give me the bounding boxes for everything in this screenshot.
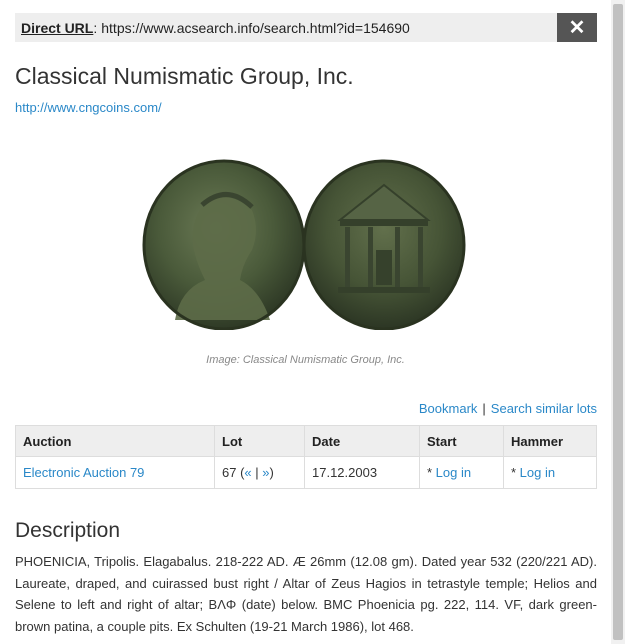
coin-reverse xyxy=(302,159,466,331)
direct-url-value[interactable]: https://www.acsearch.info/search.html?id… xyxy=(101,20,410,36)
image-caption: Image: Classical Numismatic Group, Inc. xyxy=(206,354,405,366)
search-similar-lots-link[interactable]: Search similar lots xyxy=(491,401,597,416)
direct-url-colon: : xyxy=(93,19,98,36)
description-title: Description xyxy=(15,519,121,542)
cell-hammer: * Log in xyxy=(503,456,597,489)
cell-date: 17.12.2003 xyxy=(304,456,420,489)
actions-separator: | xyxy=(482,401,486,416)
previous-lot-link[interactable]: « xyxy=(244,465,251,480)
coin-image[interactable] xyxy=(140,155,470,331)
close-icon: ✕ xyxy=(568,17,586,39)
scrollbar-thumb[interactable] xyxy=(613,4,623,640)
start-login-link[interactable]: Log in xyxy=(436,465,471,480)
cell-auction: Electronic Auction 79 xyxy=(15,456,215,489)
table-row: Electronic Auction 79 67 (« | ») 17.12.2… xyxy=(15,456,597,489)
auction-link[interactable]: Electronic Auction 79 xyxy=(23,465,144,480)
cell-lot: 67 (« | ») xyxy=(214,456,305,489)
header-start: Start xyxy=(419,425,504,457)
header-auction: Auction xyxy=(15,425,215,457)
hammer-prefix: * xyxy=(511,465,520,480)
page-scrollbar[interactable] xyxy=(611,0,625,644)
coin-obverse xyxy=(142,159,306,331)
company-title: Classical Numismatic Group, Inc. xyxy=(15,63,354,89)
lot-nav-separator: | xyxy=(251,465,263,480)
company-website-link[interactable]: http://www.cngcoins.com/ xyxy=(15,100,162,115)
bookmark-link[interactable]: Bookmark xyxy=(419,401,478,416)
direct-url-label: Direct URL xyxy=(21,19,94,36)
cell-start: * Log in xyxy=(419,456,504,489)
lot-close-paren: ) xyxy=(269,465,274,480)
table-header-row: Auction Lot Date Start Hammer xyxy=(15,425,597,457)
header-lot: Lot xyxy=(214,425,305,457)
start-prefix: * xyxy=(427,465,436,480)
auction-table: Auction Lot Date Start Hammer Electronic… xyxy=(15,425,597,489)
description-text: PHOENICIA, Tripolis. Elagabalus. 218-222… xyxy=(15,554,597,634)
close-button[interactable]: ✕ xyxy=(557,13,597,42)
hammer-login-link[interactable]: Log in xyxy=(520,465,555,480)
coin-photo xyxy=(142,159,466,331)
direct-url-bar: Direct URL: https://www.acsearch.info/se… xyxy=(15,13,597,42)
lot-number: 67 ( xyxy=(222,465,245,480)
header-date: Date xyxy=(304,425,420,457)
lot-actions: Bookmark | Search similar lots xyxy=(419,401,597,416)
header-hammer: Hammer xyxy=(503,425,597,457)
